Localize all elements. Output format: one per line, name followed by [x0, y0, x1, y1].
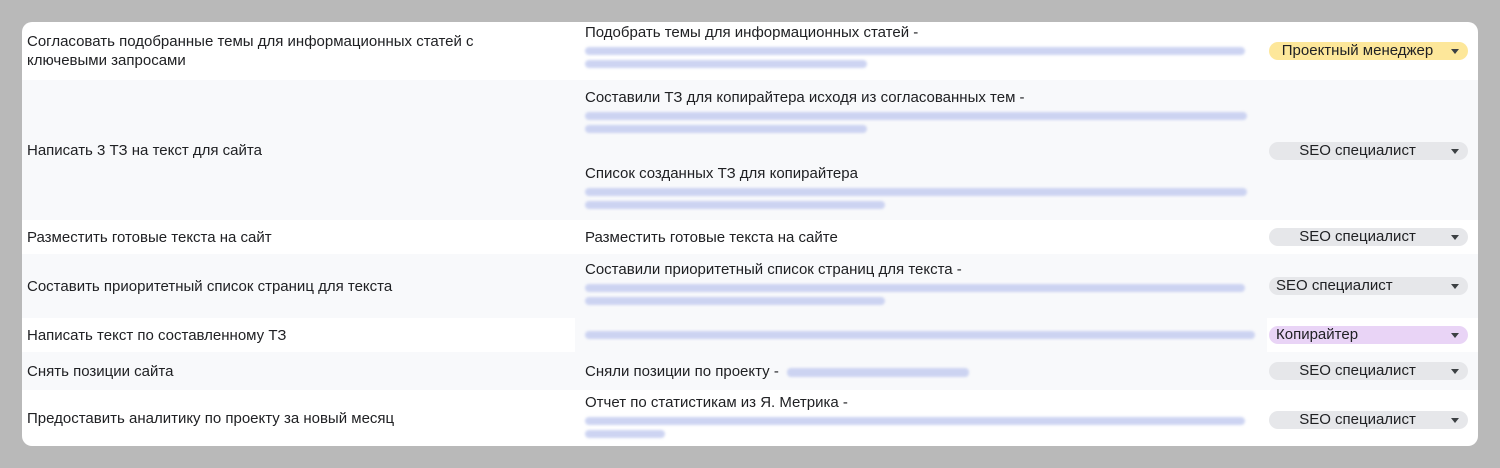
task-text: Составить приоритетный список страниц дл… — [27, 277, 393, 295]
table-row: Разместить готовые текста на сайт Размес… — [22, 220, 1478, 254]
role-dropdown[interactable]: SEO специалист — [1269, 142, 1468, 160]
role-dropdown[interactable]: SEO специалист — [1269, 411, 1468, 429]
result-link[interactable] — [585, 112, 1247, 120]
result-cell[interactable]: Список созданных ТЗ для копирайтера — [585, 164, 1267, 209]
role-label: Копирайтер — [1276, 326, 1359, 343]
result-cell[interactable]: Составили приоритетный список страниц дл… — [585, 260, 1267, 305]
chevron-down-icon — [1451, 235, 1459, 240]
role-label: SEO специалист — [1299, 362, 1416, 379]
result-link[interactable] — [585, 417, 1245, 425]
role-dropdown[interactable]: Копирайтер — [1269, 326, 1468, 344]
result-cell[interactable]: Подобрать темы для информационных статей… — [585, 23, 1267, 68]
task-cell[interactable]: Разместить готовые текста на сайт — [27, 220, 572, 254]
chevron-down-icon — [1451, 149, 1459, 154]
result-link[interactable] — [585, 188, 1247, 196]
task-text: Написать 3 ТЗ на текст для сайта — [27, 141, 262, 159]
result-cell[interactable]: Отчет по статистикам из Я. Метрика - — [585, 393, 1267, 438]
result-text: Составили ТЗ для копирайтера исходя из с… — [585, 89, 1025, 106]
role-dropdown[interactable]: Проектный менеджер — [1269, 42, 1468, 60]
result-link[interactable] — [585, 60, 867, 68]
result-link[interactable] — [585, 201, 885, 209]
task-text: Написать текст по составленному ТЗ — [27, 326, 287, 344]
role-label: Проектный менеджер — [1281, 42, 1434, 59]
result-link[interactable] — [585, 125, 867, 133]
result-cell[interactable]: Разместить готовые текста на сайте — [585, 228, 1267, 247]
table-row: Написать 3 ТЗ на текст для сайта Состави… — [22, 80, 1478, 220]
table-row: Снять позиции сайта Сняли позиции по про… — [22, 352, 1478, 390]
result-text: Составили приоритетный список страниц дл… — [585, 261, 962, 278]
chevron-down-icon — [1451, 284, 1459, 289]
role-label: SEO специалист — [1299, 142, 1416, 159]
result-link[interactable] — [585, 331, 1255, 339]
result-text: Разместить готовые текста на сайте — [585, 229, 838, 246]
result-link[interactable] — [585, 297, 885, 305]
result-cell[interactable]: Сняли позиции по проекту - — [585, 362, 1267, 381]
result-text: Отчет по статистикам из Я. Метрика - — [585, 394, 848, 411]
task-cell[interactable]: Написать 3 ТЗ на текст для сайта — [27, 80, 572, 220]
result-cell[interactable] — [575, 318, 1267, 352]
table-row: Составить приоритетный список страниц дл… — [22, 254, 1478, 318]
table-row: Согласовать подобранные темы для информа… — [22, 22, 1478, 80]
result-link[interactable] — [585, 430, 665, 438]
task-text: Разместить готовые текста на сайт — [27, 228, 272, 246]
task-cell[interactable]: Снять позиции сайта — [27, 352, 572, 390]
task-cell[interactable]: Предоставить аналитику по проекту за нов… — [27, 390, 572, 446]
chevron-down-icon — [1451, 333, 1459, 338]
result-link[interactable] — [585, 47, 1245, 55]
task-cell[interactable]: Согласовать подобранные темы для информа… — [27, 22, 572, 80]
result-cell[interactable]: Составили ТЗ для копирайтера исходя из с… — [585, 88, 1267, 133]
role-dropdown[interactable]: SEO специалист — [1269, 277, 1468, 295]
table-row: Предоставить аналитику по проекту за нов… — [22, 390, 1478, 446]
role-dropdown[interactable]: SEO специалист — [1269, 228, 1468, 246]
result-link[interactable] — [787, 367, 969, 377]
task-text: Согласовать подобранные темы для информа… — [27, 33, 474, 69]
role-label: SEO специалист — [1299, 228, 1416, 245]
chevron-down-icon — [1451, 49, 1459, 54]
result-text: Список созданных ТЗ для копирайтера — [585, 165, 858, 182]
task-text: Снять позиции сайта — [27, 362, 174, 380]
chevron-down-icon — [1451, 418, 1459, 423]
task-cell[interactable]: Написать текст по составленному ТЗ — [27, 318, 572, 352]
role-dropdown[interactable]: SEO специалист — [1269, 362, 1468, 380]
tasks-table: Согласовать подобранные темы для информа… — [22, 22, 1478, 446]
chevron-down-icon — [1451, 369, 1459, 374]
result-link[interactable] — [585, 284, 1245, 292]
task-cell[interactable]: Составить приоритетный список страниц дл… — [27, 254, 572, 318]
table-row: Написать текст по составленному ТЗ Копир… — [22, 318, 1478, 352]
result-text: Подобрать темы для информационных статей… — [585, 24, 919, 41]
role-label: SEO специалист — [1276, 277, 1393, 294]
result-text: Сняли позиции по проекту - — [585, 363, 779, 380]
task-text: Предоставить аналитику по проекту за нов… — [27, 409, 395, 427]
role-label: SEO специалист — [1299, 411, 1416, 428]
